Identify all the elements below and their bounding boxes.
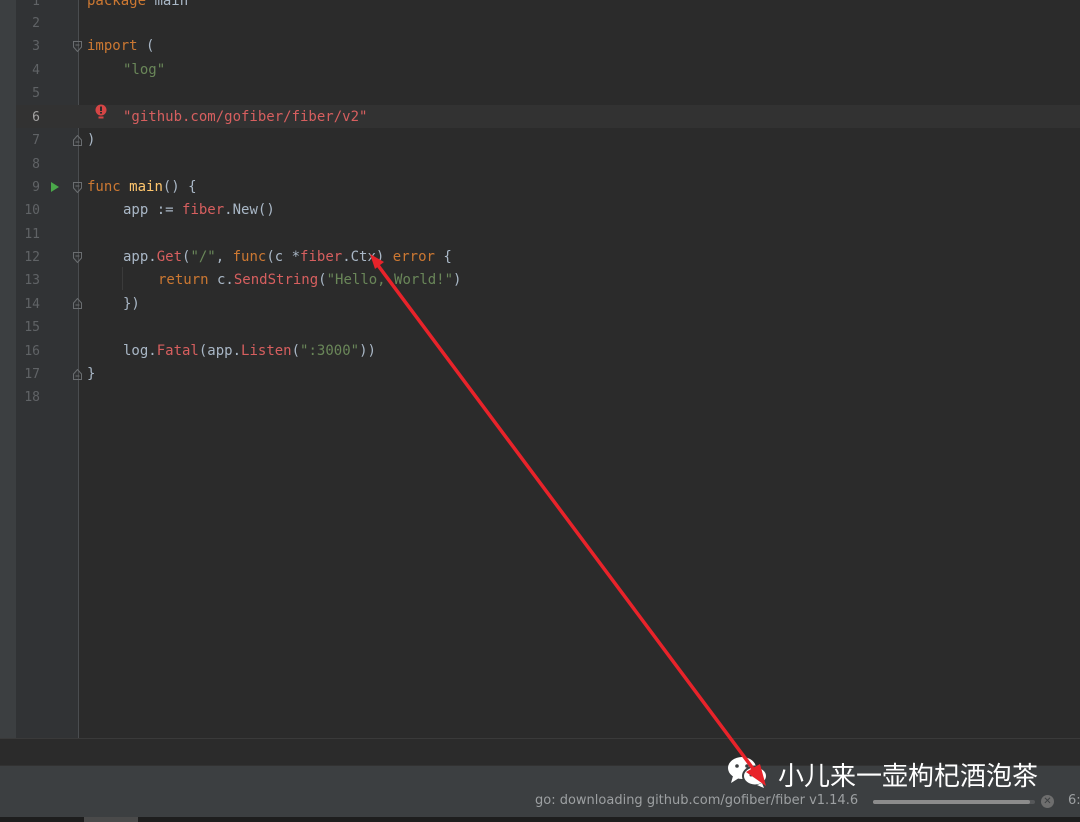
line-number: 9 (32, 180, 40, 195)
error-bulb-icon[interactable] (94, 104, 108, 122)
method-call: Fatal (156, 343, 199, 359)
code-line[interactable]: "github.com/gofiber/fiber/v2" (123, 106, 367, 129)
indent-guide (122, 267, 123, 290)
code-text: }) (123, 296, 140, 312)
code-text: app := (123, 202, 183, 218)
string-literal: ":3000" (300, 343, 360, 359)
code-line[interactable]: app := fiber.New() (123, 199, 275, 222)
code-line[interactable]: } (87, 363, 95, 386)
code-text: ( (318, 272, 327, 288)
line-number: 17 (24, 367, 40, 382)
watermark: 小儿来一壶枸杞酒泡茶 (726, 754, 1038, 794)
code-line[interactable]: ) (87, 129, 95, 152)
line-number: 4 (32, 63, 40, 78)
string-literal: "log" (123, 62, 166, 78)
code-line[interactable]: import ( (87, 35, 154, 58)
line-number: 13 (24, 273, 40, 288)
code-text: (c * (266, 249, 301, 265)
progress-fill (873, 800, 1031, 804)
unresolved-import: "github.com/gofiber/fiber/v2" (123, 109, 368, 125)
line-number: 14 (24, 297, 40, 312)
caret-position[interactable]: 6: (1068, 793, 1080, 808)
unresolved-package: fiber (300, 249, 343, 265)
code-text: .New() (224, 202, 275, 218)
keyword: func (232, 249, 267, 265)
line-number: 7 (32, 133, 40, 148)
function-name: main (129, 179, 163, 195)
code-text: log. (123, 343, 157, 359)
keyword: error (392, 249, 435, 265)
tool-window-strip (0, 0, 16, 765)
background-task-status[interactable]: go: downloading github.com/gofiber/fiber… (535, 793, 858, 808)
unresolved-method: Listen (241, 343, 292, 359)
line-number: 12 (24, 250, 40, 265)
code-text: (app. (198, 343, 242, 359)
code-text: app. (123, 249, 157, 265)
line-number: 6 (32, 110, 40, 125)
code-line[interactable]: package main (87, 0, 188, 13)
code-text: () { (162, 179, 197, 195)
keyword: return (158, 272, 209, 288)
code-text: ) (453, 272, 462, 288)
fold-start-icon[interactable] (73, 182, 82, 193)
line-number: 16 (24, 344, 40, 359)
line-number: 10 (24, 203, 40, 218)
fold-end-icon[interactable] (73, 135, 82, 146)
unresolved-package: fiber (182, 202, 225, 218)
taskbar-item[interactable] (84, 817, 138, 822)
line-number: 11 (24, 227, 40, 242)
line-number: 8 (32, 157, 40, 172)
fold-start-icon[interactable] (73, 41, 82, 52)
code-text: main (146, 0, 189, 9)
progress-bar (873, 800, 1035, 804)
code-text: c. (208, 272, 234, 288)
code-text: )) (359, 343, 376, 359)
code-text: ) (87, 132, 96, 148)
string-literal: "/" (190, 249, 216, 265)
wechat-icon (726, 754, 770, 794)
fold-end-icon[interactable] (73, 369, 82, 380)
line-number: 18 (24, 390, 40, 405)
line-number: 3 (32, 39, 40, 54)
line-number: 2 (32, 16, 40, 31)
code-line[interactable]: "log" (123, 59, 165, 82)
code-line[interactable]: return c.SendString("Hello, World!") (158, 269, 461, 292)
code-text: { (434, 249, 452, 265)
code-line[interactable]: }) (123, 293, 140, 316)
line-number: 15 (24, 320, 40, 335)
fold-end-icon[interactable] (73, 298, 82, 309)
code-text: } (87, 366, 96, 382)
unresolved-method: Get (156, 249, 183, 265)
string-literal: "Hello, World!" (326, 272, 454, 288)
cancel-task-icon[interactable]: ✕ (1041, 795, 1054, 808)
code-text: , (215, 249, 233, 265)
unresolved-method: SendString (233, 272, 319, 288)
fold-start-icon[interactable] (73, 252, 82, 263)
code-line[interactable]: log.Fatal(app.Listen(":3000")) (123, 340, 376, 363)
code-text: ( (137, 38, 155, 54)
run-gutter-icon[interactable] (51, 182, 59, 192)
os-taskbar (0, 817, 1080, 822)
keyword: import (87, 38, 138, 54)
code-text: .Ctx) (342, 249, 393, 265)
keyword: package (87, 0, 147, 9)
watermark-text: 小儿来一壶枸杞酒泡茶 (778, 761, 1039, 792)
code-line[interactable]: app.Get("/", func(c *fiber.Ctx) error { (123, 246, 452, 269)
code-line[interactable]: func main() { (87, 176, 197, 199)
code-text: ( (291, 343, 301, 359)
keyword: func (87, 179, 121, 195)
line-number: 5 (32, 86, 40, 101)
